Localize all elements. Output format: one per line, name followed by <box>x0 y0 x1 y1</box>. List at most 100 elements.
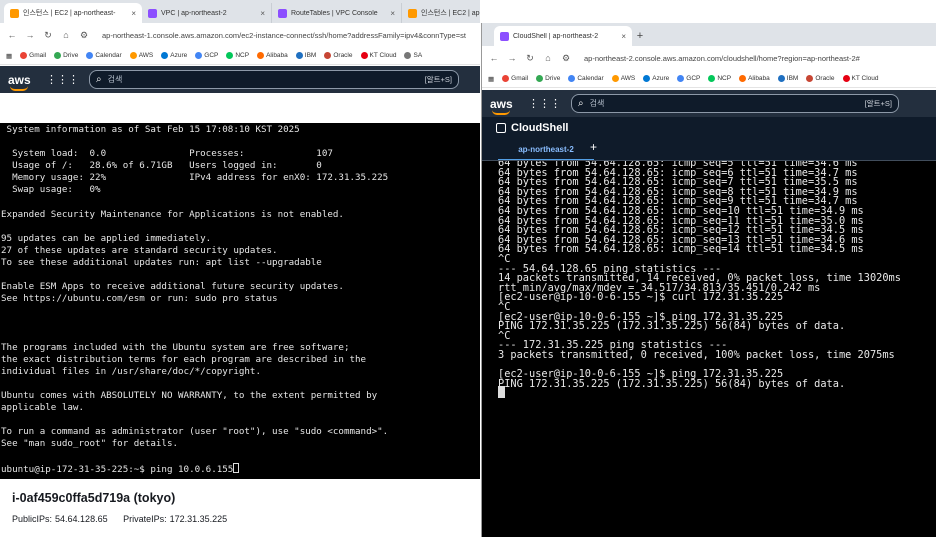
cloudshell-title: CloudShell <box>496 122 568 134</box>
bookmark-favicon-icon <box>536 75 544 82</box>
terminal-line-text: See https://ubuntu.com/esm or run: sudo … <box>1 293 278 305</box>
home-icon[interactable]: ⌂ <box>542 53 554 63</box>
bookmark-label: Calendar <box>577 75 604 82</box>
bookmark-favicon-icon <box>739 75 747 82</box>
bookmark-label: GCP <box>204 52 219 59</box>
bookmark-item[interactable]: AWS <box>611 75 635 82</box>
close-icon[interactable]: × <box>621 32 626 41</box>
terminal-line: individual files in /usr/share/doc/*/cop… <box>1 366 480 378</box>
bookmark-item[interactable]: Drive <box>536 75 560 82</box>
back-icon[interactable]: ← <box>488 53 500 63</box>
left-bookmarks-bar: ▦ Gmail Drive Calendar AWS Azure GCP NCP Alibab… <box>0 47 480 65</box>
bookmark-item[interactable]: AWS <box>129 52 153 59</box>
terminal-line-text: applicable law. <box>1 402 84 414</box>
site-settings-icon[interactable]: ⚙ <box>560 53 572 64</box>
browser-tab[interactable]: RouteTables | VPC Console × <box>272 3 402 23</box>
home-icon[interactable]: ⌂ <box>60 30 72 40</box>
tab-favicon-icon <box>408 8 417 18</box>
bookmark-item[interactable]: Oracle <box>324 52 353 59</box>
terminal-line: applicable law. <box>1 402 480 414</box>
bookmark-item[interactable]: IBM <box>295 52 316 59</box>
bookmark-favicon-icon <box>324 52 332 59</box>
close-icon[interactable]: × <box>260 9 265 18</box>
bookmark-item[interactable]: Alibaba <box>257 52 288 59</box>
bookmark-label: Oracle <box>333 52 353 59</box>
private-ip-value: 172.31.35.225 <box>169 514 228 524</box>
bookmark-item[interactable]: KT Cloud <box>360 52 396 59</box>
bookmark-item[interactable]: Gmail <box>20 52 46 59</box>
forward-icon[interactable]: → <box>506 53 518 63</box>
bookmark-label: Gmail <box>511 75 529 82</box>
bookmark-item[interactable]: NCP <box>708 75 731 82</box>
site-settings-icon[interactable]: ⚙ <box>78 30 90 41</box>
add-session-button[interactable]: + <box>590 140 597 154</box>
terminal-line: 95 updates can be applied immediately. <box>1 233 480 245</box>
terminal-line-text: the exact distribution terms for each pr… <box>1 353 367 365</box>
bookmark-item[interactable]: IBM <box>777 75 798 82</box>
terminal-line-text: System load: 0.0 Processes: 107 <box>1 148 333 160</box>
reload-icon[interactable]: ↻ <box>42 30 54 41</box>
aws-logo[interactable]: aws <box>490 97 514 115</box>
browser-tab[interactable]: 인스턴스 | EC2 | ap-northeast-× <box>402 3 480 23</box>
bookmark-item[interactable]: NCP <box>226 52 249 59</box>
bookmark-favicon-icon <box>257 52 265 59</box>
bookmark-item[interactable]: Alibaba <box>739 75 770 82</box>
close-icon[interactable]: × <box>390 9 395 18</box>
browser-tab[interactable]: 인스턴스 | EC2 | ap-northeast-× <box>4 3 142 23</box>
cloudshell-title-text: CloudShell <box>511 122 569 134</box>
console-search[interactable]: ⌕ 검색 [알트+S] <box>89 70 459 89</box>
apps-grid-icon[interactable]: ▦ <box>6 52 12 60</box>
bookmark-item[interactable]: GCP <box>195 52 218 59</box>
private-ip-label: PrivateIPs: <box>123 514 167 524</box>
instance-title: i-0af459c0ffa5d719a (tokyo) <box>12 491 176 505</box>
tab-label: 인스턴스 | EC2 | ap-northeast- <box>421 10 480 17</box>
bookmark-item[interactable]: Azure <box>161 52 187 59</box>
terminal-line-text: 64 bytes from 54.64.128.65: icmp_seq=14 … <box>498 243 864 256</box>
reload-icon[interactable]: ↻ <box>524 53 536 64</box>
bookmark-item[interactable]: GCP <box>677 75 700 82</box>
forward-icon[interactable]: → <box>24 30 36 40</box>
bookmark-item[interactable]: Calendar <box>86 52 122 59</box>
tab-favicon-icon <box>500 31 509 41</box>
address-bar[interactable]: ap-northeast-1.console.aws.amazon.com/ec… <box>102 31 466 40</box>
bookmark-label: Azure <box>652 75 670 82</box>
new-tab-button[interactable]: + <box>632 26 648 46</box>
right-tab-bar: CloudShell | ap-northeast-2 × + <box>482 23 936 46</box>
tab-ap-northeast-2[interactable]: ap-northeast-2 <box>498 145 594 161</box>
services-menu-icon[interactable]: ⋮⋮⋮ <box>46 73 79 86</box>
bookmark-item[interactable]: Gmail <box>502 75 528 82</box>
bookmark-favicon-icon <box>643 75 651 82</box>
terminal-line-text: 95 updates can be applied immediately. <box>1 232 212 244</box>
close-icon[interactable]: × <box>131 9 136 18</box>
bookmark-item[interactable]: Calendar <box>568 75 604 82</box>
browser-tab[interactable]: VPC | ap-northeast-2 × <box>142 3 272 23</box>
bookmark-item[interactable]: Oracle <box>806 75 835 82</box>
back-icon[interactable]: ← <box>6 30 18 40</box>
cloudshell-terminal[interactable]: 64 bytes from 54.64.128.65: icmp_seq=5 t… <box>482 161 936 537</box>
bookmark-label: Oracle <box>815 75 835 82</box>
bookmark-item[interactable]: KT Cloud <box>842 75 878 82</box>
bookmark-item[interactable]: Drive <box>54 52 78 59</box>
console-search[interactable]: ⌕ 검색 [알트+S] <box>571 94 899 113</box>
address-bar[interactable]: ap-northeast-2.console.aws.amazon.com/cl… <box>584 54 860 63</box>
terminal-line-text: PING 172.31.35.225 (172.31.35.225) 56(84… <box>498 320 846 333</box>
services-menu-icon[interactable]: ⋮⋮⋮ <box>528 97 561 110</box>
bookmark-item[interactable]: Azure <box>643 75 669 82</box>
bookmark-item[interactable]: SA <box>404 52 422 59</box>
bookmark-favicon-icon <box>129 52 137 59</box>
browser-tab[interactable]: CloudShell | ap-northeast-2 × <box>494 26 632 46</box>
left-nav-bar: ← → ↻ ⌂ ⚙ ap-northeast-1.console.aws.ama… <box>0 23 480 47</box>
terminal-line: ubuntu@ip-172-31-35-225:~$ ping 10.0.6.1… <box>1 462 480 475</box>
terminal-line: the exact distribution terms for each pr… <box>1 354 480 366</box>
aws-logo[interactable]: aws <box>8 73 32 91</box>
apps-grid-icon[interactable]: ▦ <box>488 75 494 83</box>
ssh-terminal[interactable]: System information as of Sat Feb 15 17:0… <box>0 123 480 479</box>
terminal-line-text: PING 172.31.35.225 (172.31.35.225) 56(84… <box>498 377 846 390</box>
search-icon: ⌕ <box>96 74 102 85</box>
terminal-line-text: The programs included with the Ubuntu sy… <box>1 341 350 353</box>
terminal-line: Enable ESM Apps to receive additional fu… <box>1 281 480 293</box>
console-gap <box>0 93 480 123</box>
